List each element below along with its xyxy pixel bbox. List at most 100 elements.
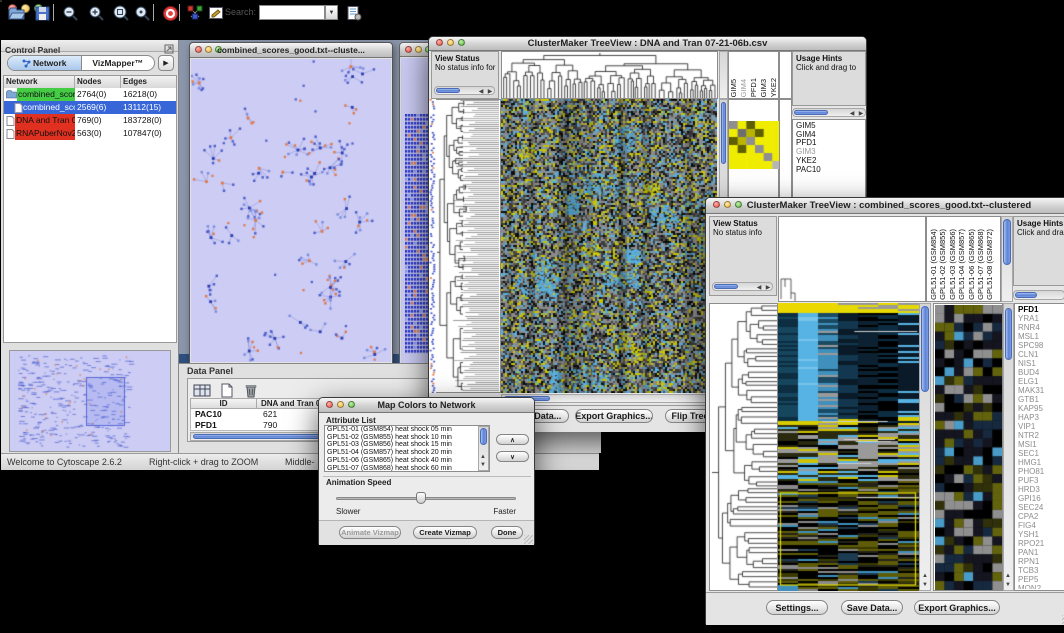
- gene-label[interactable]: CPA2: [1018, 512, 1064, 521]
- move-down-button[interactable]: ∨: [496, 451, 529, 462]
- treeview2-detail-panel[interactable]: [933, 303, 1003, 591]
- gene-label[interactable]: SEC1: [1018, 449, 1064, 458]
- scroll-left-arrow[interactable]: ◀: [477, 88, 485, 96]
- treeview1-global-row-strip[interactable]: [429, 99, 436, 393]
- attribute-item[interactable]: GPL51-01 (GSM854) heat shock 05 min: [325, 426, 489, 434]
- search-input[interactable]: [259, 5, 325, 20]
- treeview2-heatmap[interactable]: [778, 303, 919, 591]
- view-status-scrollbar[interactable]: ◀ ▶: [434, 86, 495, 95]
- tab-vizmapper[interactable]: VizMapper™: [82, 56, 155, 70]
- scroll-right-arrow[interactable]: ▶: [486, 88, 494, 96]
- dialog-titlebar[interactable]: Map Colors to Network: [319, 398, 534, 413]
- attribute-item[interactable]: GPL51-02 (GSM855) heat shock 10 min: [325, 434, 489, 442]
- treeview2-titlebar[interactable]: ClusterMaker TreeView : combined_scores_…: [706, 198, 1064, 214]
- usage-hints-scrollbar[interactable]: ◀ ▶: [792, 108, 866, 117]
- gene-label[interactable]: MON2: [1018, 584, 1064, 589]
- gene-label[interactable]: YSH1: [1018, 530, 1064, 539]
- treeview1-scroll-gutter[interactable]: [719, 51, 728, 99]
- gene-label[interactable]: KAP95: [1018, 404, 1064, 413]
- attribute-item[interactable]: GPL51-07 (GSM868) heat shock 60 min: [325, 465, 489, 472]
- scroll-thumb[interactable]: [921, 306, 929, 392]
- save-icon[interactable]: [31, 3, 53, 23]
- gene-label[interactable]: YRA1: [1018, 314, 1064, 323]
- treeview1-column-dendrogram[interactable]: [501, 51, 718, 99]
- gene-label[interactable]: TCB3: [1018, 566, 1064, 575]
- scroll-left-arrow[interactable]: ◀: [755, 284, 763, 292]
- zoom-selected-icon[interactable]: [109, 3, 131, 23]
- treeview2-gene-list[interactable]: PFD1YRA1RNR4MSL1SPC98CLN1NIS1BUD4ELG1MAK…: [1018, 305, 1064, 589]
- resize-grip[interactable]: [524, 535, 533, 544]
- gene-label[interactable]: NIS1: [1018, 359, 1064, 368]
- gene-label[interactable]: NTR2: [1018, 431, 1064, 440]
- attribute-item[interactable]: GPL51-06 (GSM865) heat shock 40 min: [325, 457, 489, 465]
- treeview1-correlation-matrix[interactable]: [729, 121, 781, 169]
- treeview2-row-dendrogram[interactable]: [709, 303, 778, 591]
- gene-label[interactable]: PHO81: [1018, 467, 1064, 476]
- minimize-button[interactable]: [415, 46, 422, 53]
- vizmapper-icon[interactable]: [184, 3, 206, 23]
- scroll-left-arrow[interactable]: ◀: [848, 110, 856, 118]
- save-data-button[interactable]: Save Data...: [841, 600, 903, 615]
- col-edges[interactable]: Edges: [121, 76, 176, 88]
- gene-label[interactable]: GPI16: [1018, 494, 1064, 503]
- create-vizmap-button[interactable]: Create Vizmap: [413, 526, 477, 539]
- attribute-list[interactable]: GPL51-01 (GSM854) heat shock 05 minGPL51…: [324, 425, 490, 472]
- delete-attribute-icon[interactable]: [240, 380, 262, 400]
- scroll-down-arrow[interactable]: ▼: [921, 581, 929, 589]
- attribute-item[interactable]: GPL51-04 (GSM857) heat shock 20 min: [325, 449, 489, 457]
- gene-label[interactable]: HMG1: [1018, 458, 1064, 467]
- gene-label[interactable]: VIP1: [1018, 422, 1064, 431]
- treeview2-vscrollbar[interactable]: ▲ ▼: [919, 303, 931, 591]
- view-status-scrollbar[interactable]: ◀ ▶: [712, 282, 773, 291]
- scroll-thumb[interactable]: [1003, 219, 1011, 265]
- gene-label[interactable]: HRD3: [1018, 485, 1064, 494]
- gene-label[interactable]: MAK31: [1018, 386, 1064, 395]
- annotation-icon[interactable]: [205, 3, 227, 23]
- network1-canvas[interactable]: [191, 59, 391, 362]
- gene-label[interactable]: BUD4: [1018, 368, 1064, 377]
- gene-label[interactable]: HAP3: [1018, 413, 1064, 422]
- help-lifering-icon[interactable]: [159, 3, 181, 23]
- usage-hints-scrollbar[interactable]: [1013, 290, 1064, 300]
- attribute-table-icon[interactable]: [191, 380, 213, 400]
- tab-network[interactable]: Network: [8, 56, 82, 70]
- attribute-report-icon[interactable]: [343, 3, 365, 23]
- export-graphics-button[interactable]: Export Graphics...: [914, 600, 1000, 615]
- gene-label[interactable]: SEC24: [1018, 503, 1064, 512]
- move-up-button[interactable]: ∧: [496, 434, 529, 445]
- scroll-down-arrow[interactable]: ▼: [479, 461, 487, 469]
- scroll-thumb[interactable]: [794, 110, 828, 115]
- settings-button[interactable]: Settings...: [766, 600, 828, 615]
- export-graphics-button[interactable]: Export Graphics...: [575, 409, 653, 423]
- gene-label[interactable]: FIG4: [1018, 521, 1064, 530]
- treeview2-top-vscrollbar[interactable]: [1001, 216, 1013, 302]
- attribute-item[interactable]: GPL51-03 (GSM856) heat shock 15 min: [325, 441, 489, 449]
- animate-vizmap-button[interactable]: Animate Vizmap: [339, 526, 401, 539]
- gene-label[interactable]: PFD1: [1018, 305, 1064, 314]
- treeview2-column-dendrogram[interactable]: [778, 216, 926, 302]
- gene-label[interactable]: MSL1: [1018, 332, 1064, 341]
- treeview1-row-dendrogram[interactable]: [436, 99, 501, 393]
- search-dropdown-arrow[interactable]: ▼: [325, 5, 338, 20]
- zoom-fit-icon[interactable]: [131, 3, 153, 23]
- col-nodes[interactable]: Nodes: [75, 76, 121, 88]
- gene-label[interactable]: PEP5: [1018, 575, 1064, 584]
- network-row-2-selected[interactable]: combined_sco 2569(6) 13112(15): [4, 101, 176, 114]
- scroll-right-arrow[interactable]: ▶: [857, 110, 865, 118]
- birdseye-view[interactable]: [9, 350, 171, 452]
- scroll-right-arrow[interactable]: ▶: [764, 284, 772, 292]
- scroll-thumb[interactable]: [721, 102, 726, 164]
- treeview1-titlebar[interactable]: ClusterMaker TreeView : DNA and Tran 07-…: [429, 37, 866, 51]
- network-row-1[interactable]: combined_scores 2764(0) 16218(0): [4, 88, 176, 101]
- new-attribute-icon[interactable]: [216, 380, 238, 400]
- treeview1-heatmap[interactable]: [501, 99, 717, 393]
- gene-label[interactable]: PAN1: [1018, 548, 1064, 557]
- scroll-thumb[interactable]: [436, 88, 460, 93]
- zoom-out-icon[interactable]: [59, 3, 81, 23]
- scroll-thumb[interactable]: [480, 428, 487, 445]
- data-col-id[interactable]: ID: [191, 399, 257, 408]
- tab-scroll-right-button[interactable]: ▶: [158, 55, 174, 71]
- done-button[interactable]: Done: [491, 526, 523, 539]
- gene-label[interactable]: PUF3: [1018, 476, 1064, 485]
- gene-label[interactable]: SPC98: [1018, 341, 1064, 350]
